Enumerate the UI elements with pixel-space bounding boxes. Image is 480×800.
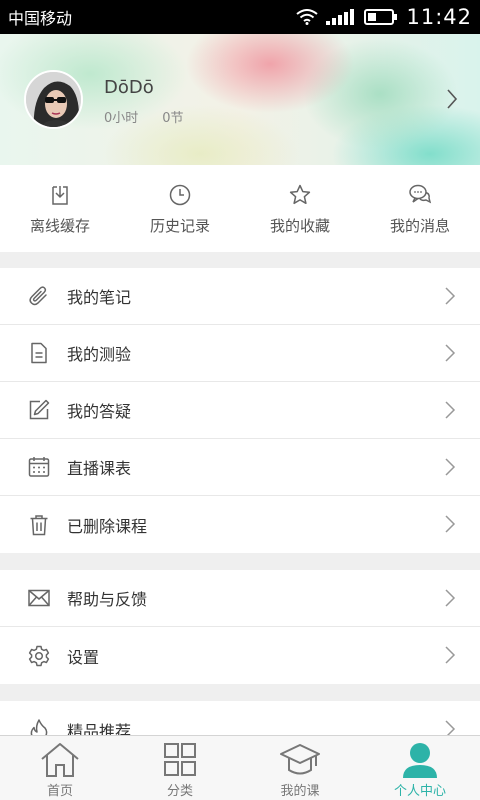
menu-item-label: 已删除课程 — [67, 516, 148, 536]
paperclip-icon — [29, 286, 47, 306]
quick-history[interactable]: 历史记录 — [120, 165, 240, 252]
mail-icon — [28, 589, 50, 607]
avatar[interactable] — [24, 70, 83, 129]
tab-label: 个人中心 — [393, 784, 446, 799]
gear-icon — [28, 645, 50, 666]
home-icon — [41, 743, 79, 777]
calendar-icon — [28, 457, 50, 477]
quick-messages[interactable]: 我的消息 — [360, 165, 480, 252]
quick-label: 我的收藏 — [269, 217, 330, 235]
tab-my-courses[interactable]: 我的课 — [240, 736, 360, 800]
wifi-icon — [296, 9, 319, 25]
study-sections: 0节 — [162, 111, 184, 126]
menu-item-settings[interactable]: 设置 — [0, 627, 480, 684]
clock: 11:42 — [406, 5, 472, 29]
battery-icon — [364, 9, 398, 25]
quick-label: 我的消息 — [389, 217, 450, 235]
menu-item-label: 帮助与反馈 — [67, 590, 148, 609]
profile-stats: 0小时 0节 — [104, 107, 184, 126]
edit-icon — [29, 399, 50, 420]
menu-item-label: 我的笔记 — [67, 288, 132, 307]
chevron-right-icon — [445, 287, 456, 305]
chevron-right-icon — [445, 515, 456, 533]
quick-offline-cache[interactable]: 离线缓存 — [0, 165, 120, 252]
download-icon — [52, 186, 68, 205]
menu-item-quizzes[interactable]: 我的测验 — [0, 325, 480, 382]
grid-icon — [164, 743, 196, 776]
clock-icon — [169, 184, 191, 206]
study-hours: 0小时 — [104, 111, 139, 126]
chevron-right-icon — [445, 401, 456, 419]
quick-label: 历史记录 — [149, 217, 210, 235]
menu-group-support: 帮助与反馈 设置 — [0, 570, 480, 684]
profile-header[interactable]: DōDō 0小时 0节 — [0, 34, 480, 165]
chevron-right-icon — [445, 344, 456, 362]
chevron-right-icon — [445, 458, 456, 476]
tab-label: 首页 — [46, 784, 73, 799]
menu-item-label: 设置 — [67, 647, 100, 667]
carrier-name: 中国移动 — [8, 9, 73, 28]
trash-icon — [30, 514, 48, 535]
star-icon — [289, 184, 311, 205]
menu-item-live-schedule[interactable]: 直播课表 — [0, 439, 480, 496]
tab-home[interactable]: 首页 — [0, 736, 120, 800]
message-icon — [409, 184, 432, 204]
menu-item-qa[interactable]: 我的答疑 — [0, 382, 480, 439]
chevron-right-icon — [445, 589, 456, 607]
menu-item-label: 直播课表 — [67, 459, 132, 478]
graduation-cap-icon — [280, 744, 320, 775]
tab-profile[interactable]: 个人中心 — [360, 736, 480, 800]
menu-item-deleted-courses[interactable]: 已删除课程 — [0, 496, 480, 553]
quick-actions: 离线缓存 历史记录 我的收藏 我的消息 — [0, 165, 480, 252]
username: DōDō — [104, 77, 154, 98]
tab-label: 分类 — [166, 784, 193, 799]
chevron-right-icon[interactable] — [446, 88, 458, 110]
menu-group-learning: 我的笔记 我的测验 我的答疑 直播课表 已删除课程 — [0, 268, 480, 553]
quick-label: 离线缓存 — [29, 217, 90, 235]
bottom-tab-bar: 首页 分类 我的课 个人中心 — [0, 735, 480, 800]
tab-label: 我的课 — [280, 784, 320, 799]
menu-item-help-feedback[interactable]: 帮助与反馈 — [0, 570, 480, 627]
status-bar: 中国移动 11:42 — [0, 0, 480, 34]
quick-favorites[interactable]: 我的收藏 — [240, 165, 360, 252]
person-icon — [403, 743, 437, 778]
tab-categories[interactable]: 分类 — [120, 736, 240, 800]
menu-item-label: 我的答疑 — [67, 402, 132, 421]
signal-icon — [326, 9, 355, 25]
document-icon — [31, 342, 47, 364]
menu-item-notes[interactable]: 我的笔记 — [0, 268, 480, 325]
menu-item-label: 我的测验 — [67, 345, 132, 364]
chevron-right-icon — [445, 646, 456, 664]
